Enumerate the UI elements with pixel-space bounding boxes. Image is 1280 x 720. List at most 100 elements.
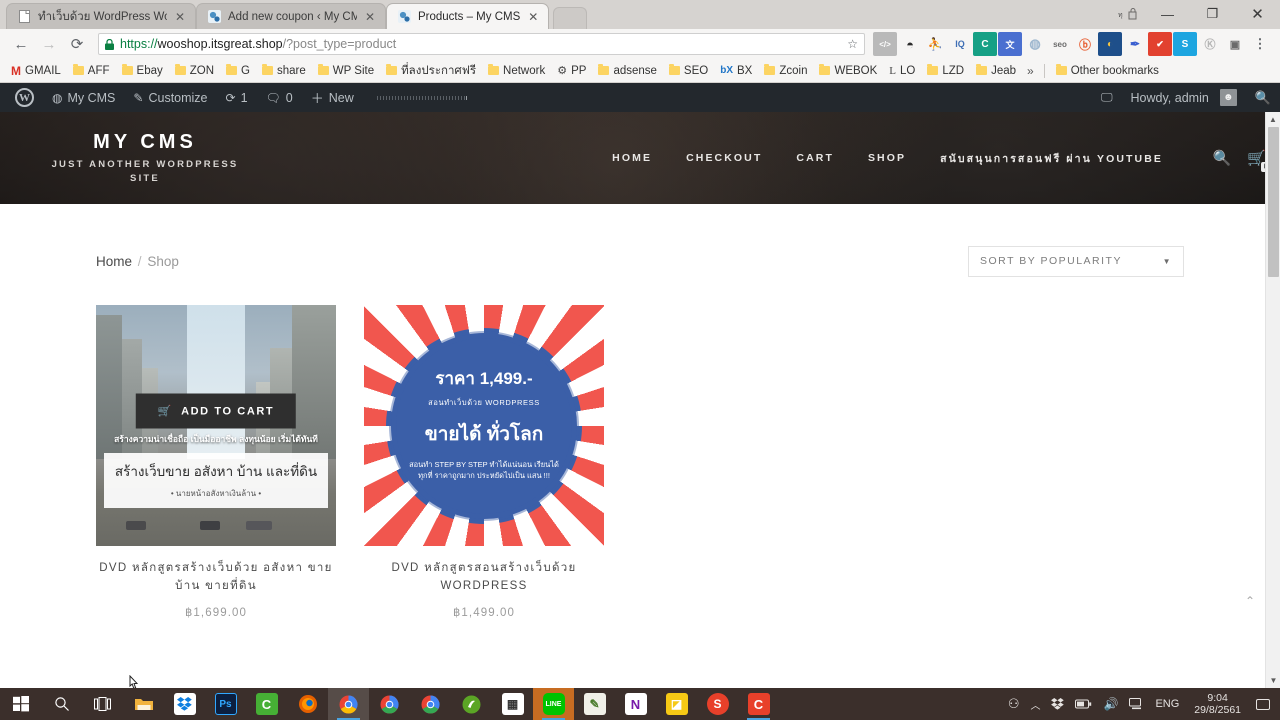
- scroll-to-top-button[interactable]: ⌃: [1240, 591, 1260, 611]
- close-window-button[interactable]: ✕: [1235, 0, 1280, 28]
- product-thumbnail[interactable]: สร้างความน่าเชื่อถือ เป็นมืออาชีพ ลงทุนน…: [96, 305, 336, 546]
- bookmark-webok[interactable]: WEBOK: [814, 63, 882, 79]
- check-extension-icon[interactable]: ✔: [1148, 32, 1172, 56]
- admin-bar-howdy[interactable]: Howdy, admin ☻: [1122, 83, 1246, 112]
- browser-tab-3[interactable]: Products – My CMS ✕: [386, 3, 550, 29]
- add-to-cart-button[interactable]: 🛒 ADD TO CART: [135, 393, 297, 429]
- firefox-button[interactable]: [287, 688, 328, 720]
- dropbox-icon[interactable]: [1051, 698, 1065, 710]
- bookmark-zon[interactable]: ZON: [170, 63, 219, 79]
- s-extension-icon[interactable]: S: [1173, 32, 1197, 56]
- cart-icon[interactable]: 🛒 0: [1247, 149, 1271, 172]
- bookmark-lzd[interactable]: LZD: [922, 63, 969, 79]
- chrome-menu-icon[interactable]: ⋮: [1248, 32, 1272, 56]
- product-thumbnail[interactable]: ราคา 1,499.- สอนทำเว็บด้วย WORDPRESS ขาย…: [364, 305, 604, 546]
- chrome-button-3[interactable]: [410, 688, 451, 720]
- pen-extension-icon[interactable]: ✒: [1123, 32, 1147, 56]
- onenote-button[interactable]: N: [615, 688, 656, 720]
- bookmarks-overflow-button[interactable]: »: [1023, 62, 1038, 80]
- k-extension-icon[interactable]: Ⓚ: [1198, 32, 1222, 56]
- bookmark-pp[interactable]: ⚙ PP: [552, 62, 591, 79]
- close-icon[interactable]: ✕: [526, 10, 540, 24]
- screen-icon[interactable]: 🖵: [1092, 83, 1122, 112]
- product-title[interactable]: DVD หลักสูตรสอนสร้างเว็บด้วย WORDPRESS: [364, 560, 604, 596]
- dropbox-button[interactable]: [164, 688, 205, 720]
- admin-bar-site-name[interactable]: ◍ My CMS: [43, 83, 124, 112]
- close-icon[interactable]: ✕: [363, 10, 377, 24]
- bookmark-zcoin[interactable]: Zcoin: [759, 63, 812, 79]
- browser-tab-1[interactable]: ทำเว็บด้วย WordPress Woo ✕: [6, 3, 196, 29]
- bookmark-share[interactable]: share: [257, 63, 311, 79]
- seo-extension-icon[interactable]: seo: [1048, 32, 1072, 56]
- bookmark-lo[interactable]: L LO: [884, 63, 920, 79]
- bookmark-jeab[interactable]: Jeab: [971, 63, 1021, 79]
- bookmark-ebay[interactable]: Ebay: [117, 63, 168, 79]
- notepad-button[interactable]: ✎: [574, 688, 615, 720]
- scrollbar-up-arrow[interactable]: ▲: [1266, 112, 1280, 127]
- yellow-app-button[interactable]: ◪: [656, 688, 697, 720]
- nav-item-youtube-support[interactable]: สนับสนุนการสอนฟรี ผ่าน YOUTUBE: [923, 150, 1180, 167]
- task-view-button[interactable]: [82, 688, 123, 720]
- back-button[interactable]: ←: [8, 31, 34, 57]
- language-indicator[interactable]: ENG: [1155, 698, 1179, 710]
- search-icon[interactable]: 🔍: [1213, 149, 1232, 167]
- statue-extension-icon[interactable]: ⛹: [923, 32, 947, 56]
- moon-extension-icon[interactable]: ◐: [1098, 32, 1122, 56]
- site-branding[interactable]: MY CMS JUST ANOTHER WORDPRESS SITE: [0, 130, 250, 186]
- snagit-button[interactable]: S: [697, 688, 738, 720]
- new-tab-button[interactable]: [553, 7, 588, 29]
- people-icon[interactable]: ⚇: [1008, 696, 1020, 712]
- bookmark-network[interactable]: Network: [483, 63, 550, 79]
- network-icon[interactable]: [1129, 698, 1144, 710]
- scrollbar-down-arrow[interactable]: ▼: [1266, 673, 1280, 688]
- product-card-1[interactable]: สร้างความน่าเชื่อถือ เป็นมืออาชีพ ลงทุนน…: [96, 305, 336, 619]
- chrome-button-2[interactable]: [369, 688, 410, 720]
- battery-icon[interactable]: [1075, 699, 1092, 709]
- volume-icon[interactable]: 🔊: [1103, 697, 1118, 711]
- nav-item-shop[interactable]: SHOP: [851, 152, 923, 164]
- bookmark-aff[interactable]: AFF: [68, 63, 115, 79]
- evernote-button[interactable]: [451, 688, 492, 720]
- star-icon[interactable]: ☆: [847, 37, 858, 51]
- page-scrollbar[interactable]: ▲ ▼: [1265, 112, 1280, 688]
- breadcrumb-home[interactable]: Home: [96, 254, 132, 269]
- line-button[interactable]: LINE: [533, 688, 574, 720]
- forward-button[interactable]: →: [36, 31, 62, 57]
- camera-extension-icon[interactable]: ▣: [1223, 32, 1247, 56]
- globe-extension-icon[interactable]: ◍: [1023, 32, 1047, 56]
- bitly-extension-icon[interactable]: ⓑ: [1073, 32, 1097, 56]
- close-icon[interactable]: ✕: [173, 10, 187, 24]
- sort-by-select[interactable]: SORT BY POPULARITY ▼: [968, 245, 1184, 277]
- minimize-button[interactable]: —: [1145, 0, 1190, 28]
- scrollbar-thumb[interactable]: [1268, 127, 1279, 277]
- file-explorer-button[interactable]: [123, 688, 164, 720]
- browser-tab-2[interactable]: Add new coupon ‹ My CM ✕: [196, 3, 386, 29]
- product-title[interactable]: DVD หลักสูตรสร้างเว็บด้วย อสังหา ขาย บ้า…: [96, 560, 336, 596]
- code-extension-icon[interactable]: </>: [873, 32, 897, 56]
- maximize-button[interactable]: ❐: [1190, 0, 1235, 28]
- action-center-icon[interactable]: [1256, 698, 1270, 710]
- bookmark-bx[interactable]: bX BX: [715, 63, 757, 79]
- bookmark-adsense[interactable]: adsense: [593, 63, 661, 79]
- start-button[interactable]: [0, 688, 41, 720]
- taskbar-search-button[interactable]: [41, 688, 82, 720]
- address-bar[interactable]: https://wooshop.itsgreat.shop/?post_type…: [98, 33, 865, 55]
- bookmark-seo[interactable]: SEO: [664, 63, 713, 79]
- bookmark-g[interactable]: G: [221, 63, 255, 79]
- iq-extension-icon[interactable]: IQ: [948, 32, 972, 56]
- nav-item-home[interactable]: HOME: [595, 152, 669, 164]
- owl-extension-icon[interactable]: ◓: [898, 32, 922, 56]
- camtasia-button-2[interactable]: C: [738, 688, 779, 720]
- admin-bar-customize[interactable]: ✎ Customize: [124, 83, 216, 112]
- admin-bar-updates[interactable]: ⟳ 1: [217, 83, 257, 112]
- chrome-button-1[interactable]: [328, 688, 369, 720]
- bookmark-free-listing[interactable]: ที่ลงประกาศฟรี: [381, 60, 481, 82]
- photoshop-button[interactable]: Ps: [205, 688, 246, 720]
- other-bookmarks-button[interactable]: Other bookmarks: [1051, 63, 1164, 79]
- admin-bar-comments[interactable]: 🗨 0: [257, 83, 302, 112]
- wp-logo-menu[interactable]: W: [6, 83, 43, 112]
- nav-item-checkout[interactable]: CHECKOUT: [669, 152, 779, 164]
- clock[interactable]: 9:04 29/8/2561: [1190, 692, 1245, 717]
- bookmark-gmail[interactable]: M GMAIL: [6, 62, 66, 80]
- bookmark-wp-site[interactable]: WP Site: [313, 63, 379, 79]
